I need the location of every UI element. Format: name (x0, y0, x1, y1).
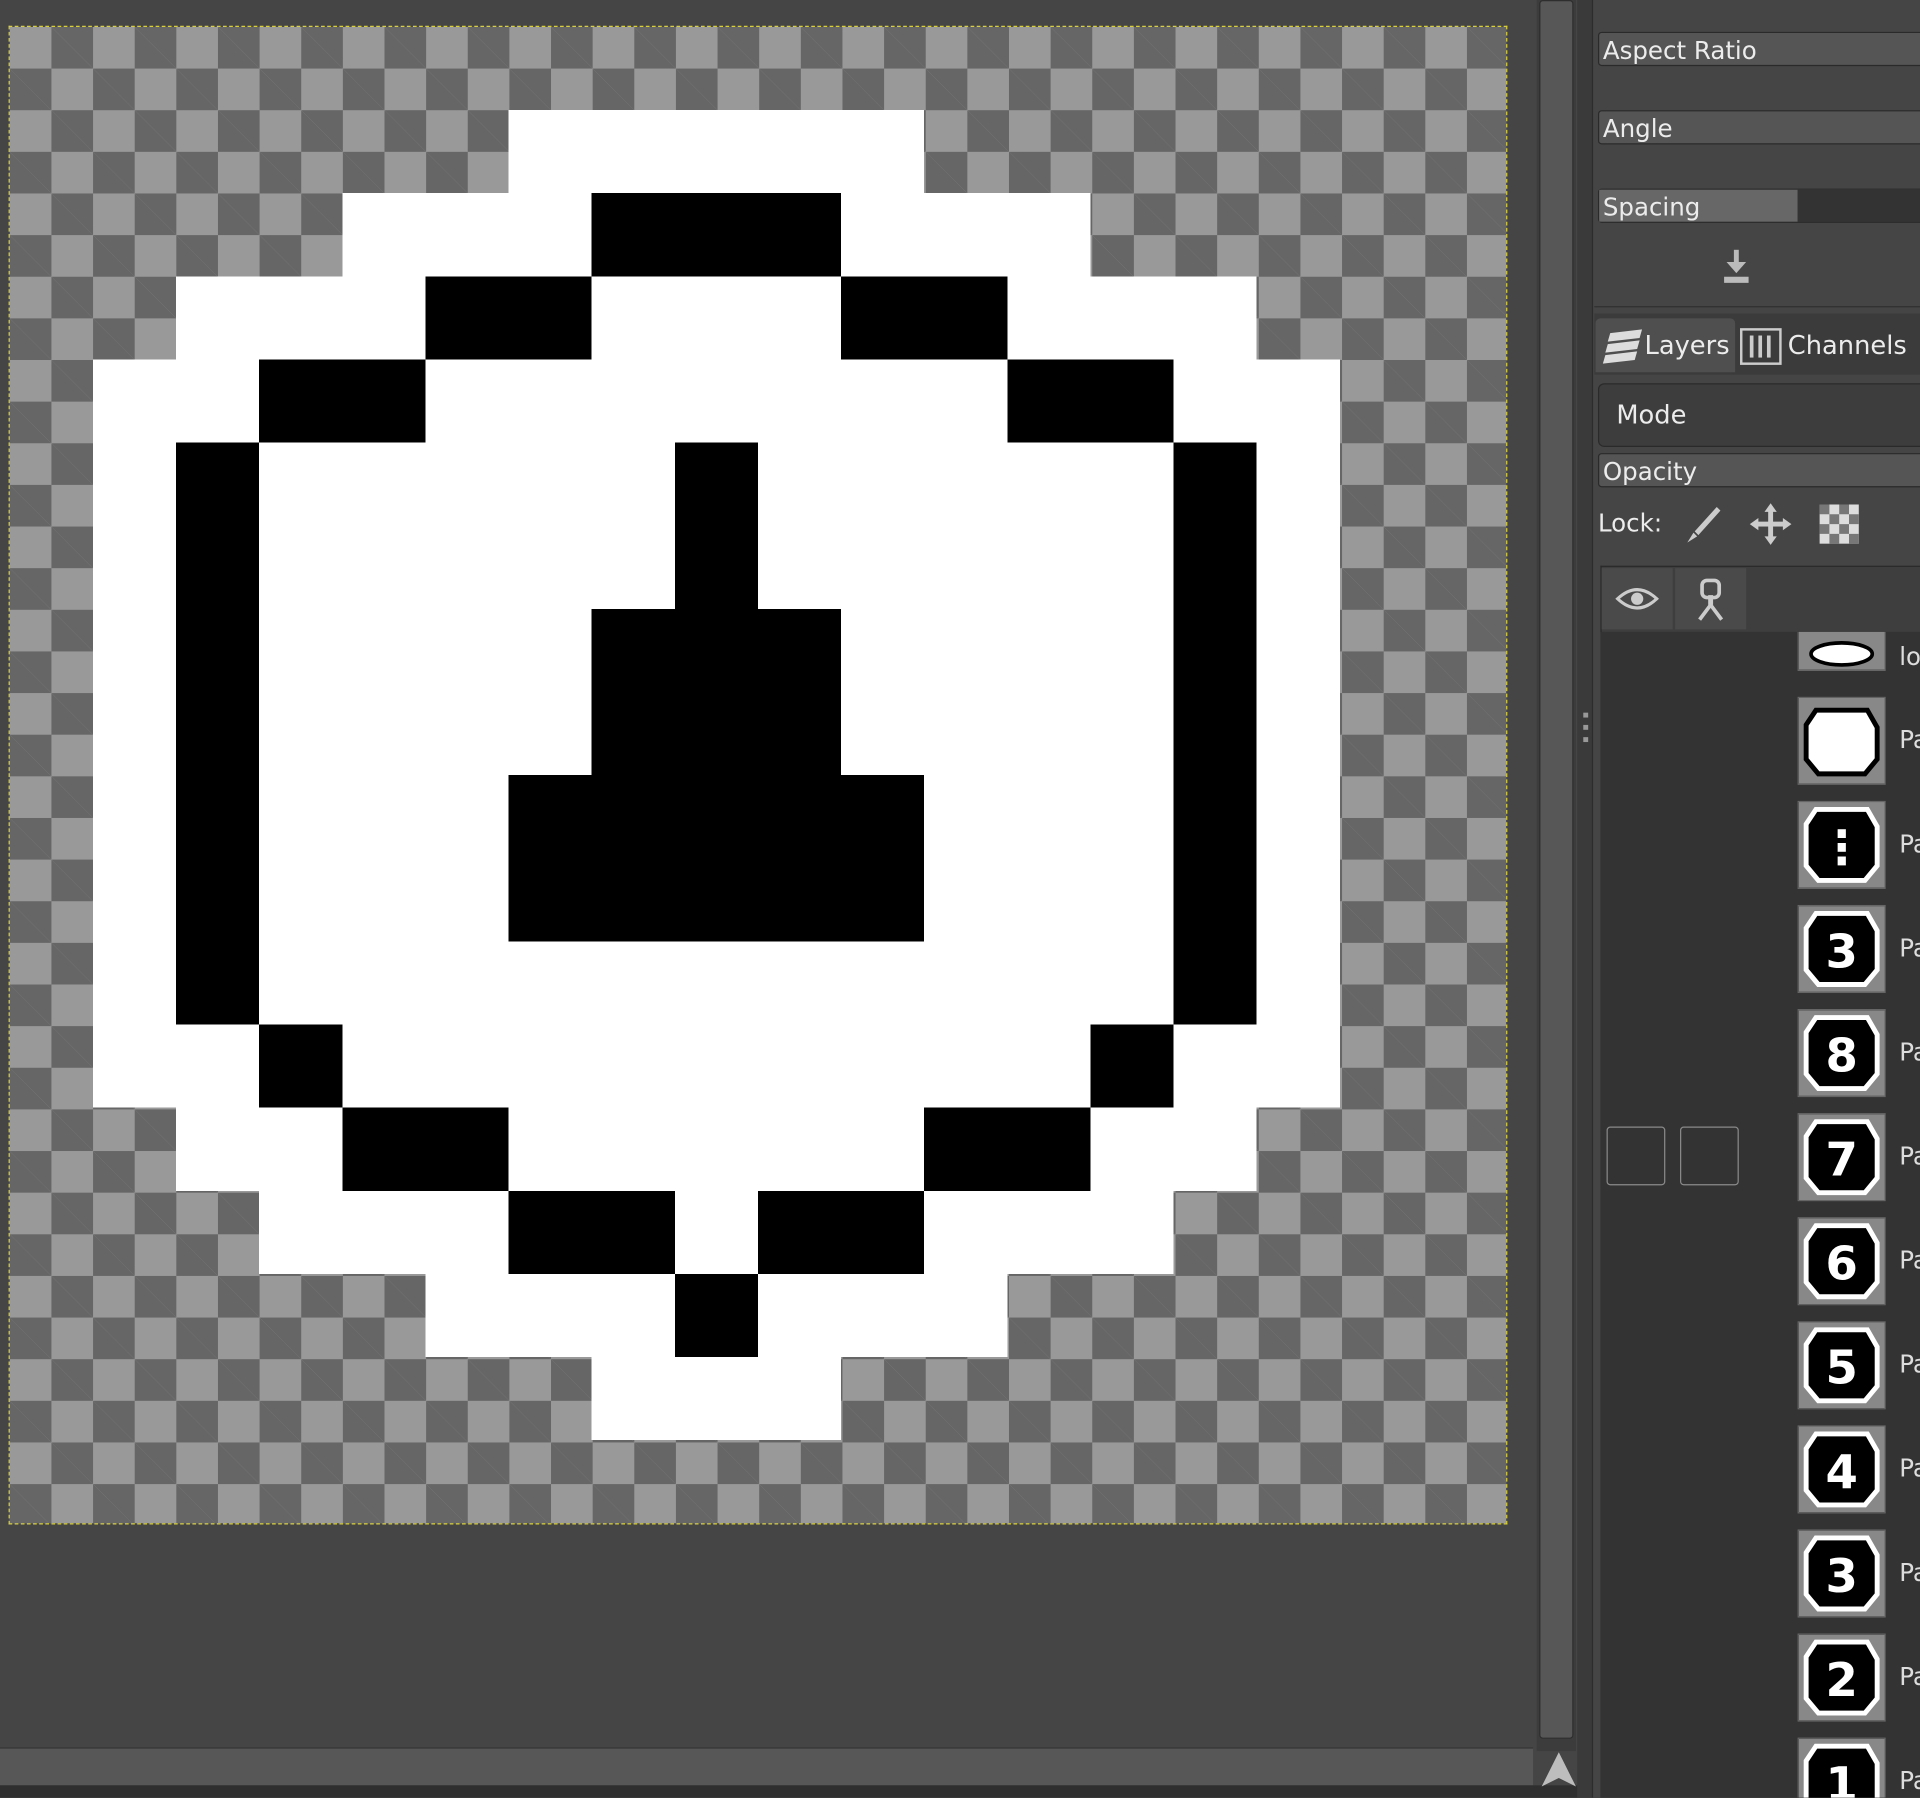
options-separator (1594, 306, 1920, 308)
channels-icon (1740, 328, 1782, 365)
layer-thumbnail: 4 (1797, 1425, 1886, 1514)
layer-thumb-glyph: 2 (1825, 1653, 1857, 1707)
tab-channels-label: Channels (1787, 330, 1907, 361)
chain-column-header[interactable] (1675, 568, 1747, 630)
eye-icon (1615, 588, 1659, 610)
layer-thumb-glyph: 5 (1825, 1341, 1857, 1395)
layer-name: Pa (1899, 1765, 1920, 1796)
layer-thumbnail: 5 (1797, 1321, 1886, 1410)
opacity-field[interactable]: Opacity (1597, 453, 1920, 488)
layer-thumbnail: 3 (1797, 1529, 1886, 1618)
layer-row[interactable]: 5 Pa (1600, 1318, 1920, 1422)
layer-name: lo (1899, 641, 1920, 672)
layer-thumbnail (1797, 631, 1886, 672)
layer-name: Pa (1899, 1453, 1920, 1483)
chain-link-icon (1698, 578, 1724, 621)
layer-name: Pa (1899, 828, 1920, 859)
layer-thumbnail: 2 (1797, 1633, 1886, 1722)
layer-thumb-glyph: 4 (1825, 1445, 1857, 1499)
paintbrush-lock-icon[interactable] (1680, 502, 1724, 546)
layer-mode-dropdown[interactable]: Mode (1597, 383, 1920, 447)
image-canvas-area[interactable] (0, 0, 1537, 1745)
layer-row[interactable]: 3 Pa (1600, 1526, 1920, 1630)
layer-name: Pa (1899, 724, 1920, 755)
vertical-scrollbar-thumb[interactable] (1539, 0, 1574, 1739)
layer-thumbnail: 1 (1797, 1737, 1886, 1798)
horizontal-scrollbar[interactable] (0, 1747, 1534, 1786)
angle-field[interactable]: Angle (1597, 110, 1920, 145)
angle-label: Angle (1602, 113, 1673, 144)
layer-thumb-glyph: 1 (1825, 1757, 1857, 1798)
layer-name: Pa (1899, 1037, 1920, 1067)
layer-row[interactable]: 1 Pa (1600, 1734, 1920, 1798)
spacing-label: Spacing (1602, 192, 1701, 222)
layer-thumb-glyph: 8 (1825, 1028, 1857, 1082)
layer-name: Pa (1899, 1661, 1920, 1692)
layer-row[interactable]: 8 Pa (1600, 1005, 1920, 1109)
layer-name: Pa (1899, 933, 1920, 963)
layer-name: Pa (1899, 1349, 1920, 1379)
alpha-lock-icon[interactable] (1817, 502, 1861, 546)
spacing-field[interactable]: Spacing (1597, 188, 1920, 223)
layer-thumb-glyph: 6 (1825, 1237, 1857, 1291)
status-bar (0, 1785, 1580, 1798)
visibility-toggle[interactable] (1606, 1126, 1666, 1186)
layers-icon (1602, 329, 1643, 364)
layer-thumbnail: 7 (1797, 1113, 1886, 1202)
layer-thumbnail: 3 (1797, 904, 1886, 994)
layer-thumb-glyph: 7 (1825, 1133, 1857, 1187)
layer-row[interactable]: 6 Pa (1600, 1213, 1920, 1317)
drag-handle-icon[interactable] (1583, 712, 1589, 762)
layer-thumb-glyph: 3 (1825, 924, 1857, 978)
aspect-ratio-label: Aspect Ratio (1602, 35, 1757, 65)
layer-row[interactable]: ⋮ Pa (1600, 797, 1920, 901)
opacity-label: Opacity (1602, 456, 1698, 487)
lock-label: Lock: (1597, 508, 1663, 538)
layer-row[interactable]: 7 Pa (1600, 1109, 1920, 1213)
tab-layers-label: Layers (1644, 330, 1730, 361)
pixel-art-image (92, 110, 1340, 1441)
spacing-track (1797, 189, 1920, 222)
layer-thumbnail: 8 (1797, 1008, 1886, 1098)
layer-thumbnail: 6 (1797, 1217, 1886, 1306)
tab-layers[interactable]: Layers (1595, 318, 1736, 373)
layer-row[interactable]: 4 Pa (1600, 1422, 1920, 1526)
layer-thumbnail: ⋮ (1797, 800, 1886, 889)
layer-thumbnail (1797, 696, 1886, 785)
navigate-icon[interactable] (1538, 1749, 1580, 1791)
layer-thumb-glyph: 3 (1825, 1549, 1857, 1603)
move-lock-icon[interactable] (1749, 502, 1793, 546)
visibility-column-header[interactable] (1601, 568, 1673, 630)
layers-list[interactable]: lo Pa ⋮ Pa 3 Pa 8 Pa (1600, 631, 1920, 1798)
layer-name: Pa (1899, 1245, 1920, 1275)
layer-row[interactable]: lo (1600, 631, 1920, 687)
layer-row[interactable]: 3 Pa (1600, 901, 1920, 1005)
tab-channels[interactable]: Channels (1739, 318, 1920, 372)
layer-name: Pa (1899, 1557, 1920, 1587)
layer-row[interactable]: 2 Pa (1600, 1630, 1920, 1734)
download-reset-icon[interactable] (1720, 247, 1752, 286)
aspect-ratio-field[interactable]: Aspect Ratio (1597, 31, 1920, 67)
layer-thumb-glyph: ⋮ (1818, 820, 1865, 874)
layer-row[interactable]: Pa (1600, 693, 1920, 797)
chain-toggle[interactable] (1680, 1126, 1739, 1186)
layer-name: Pa (1899, 1141, 1920, 1171)
layer-mode-label: Mode (1616, 400, 1687, 430)
